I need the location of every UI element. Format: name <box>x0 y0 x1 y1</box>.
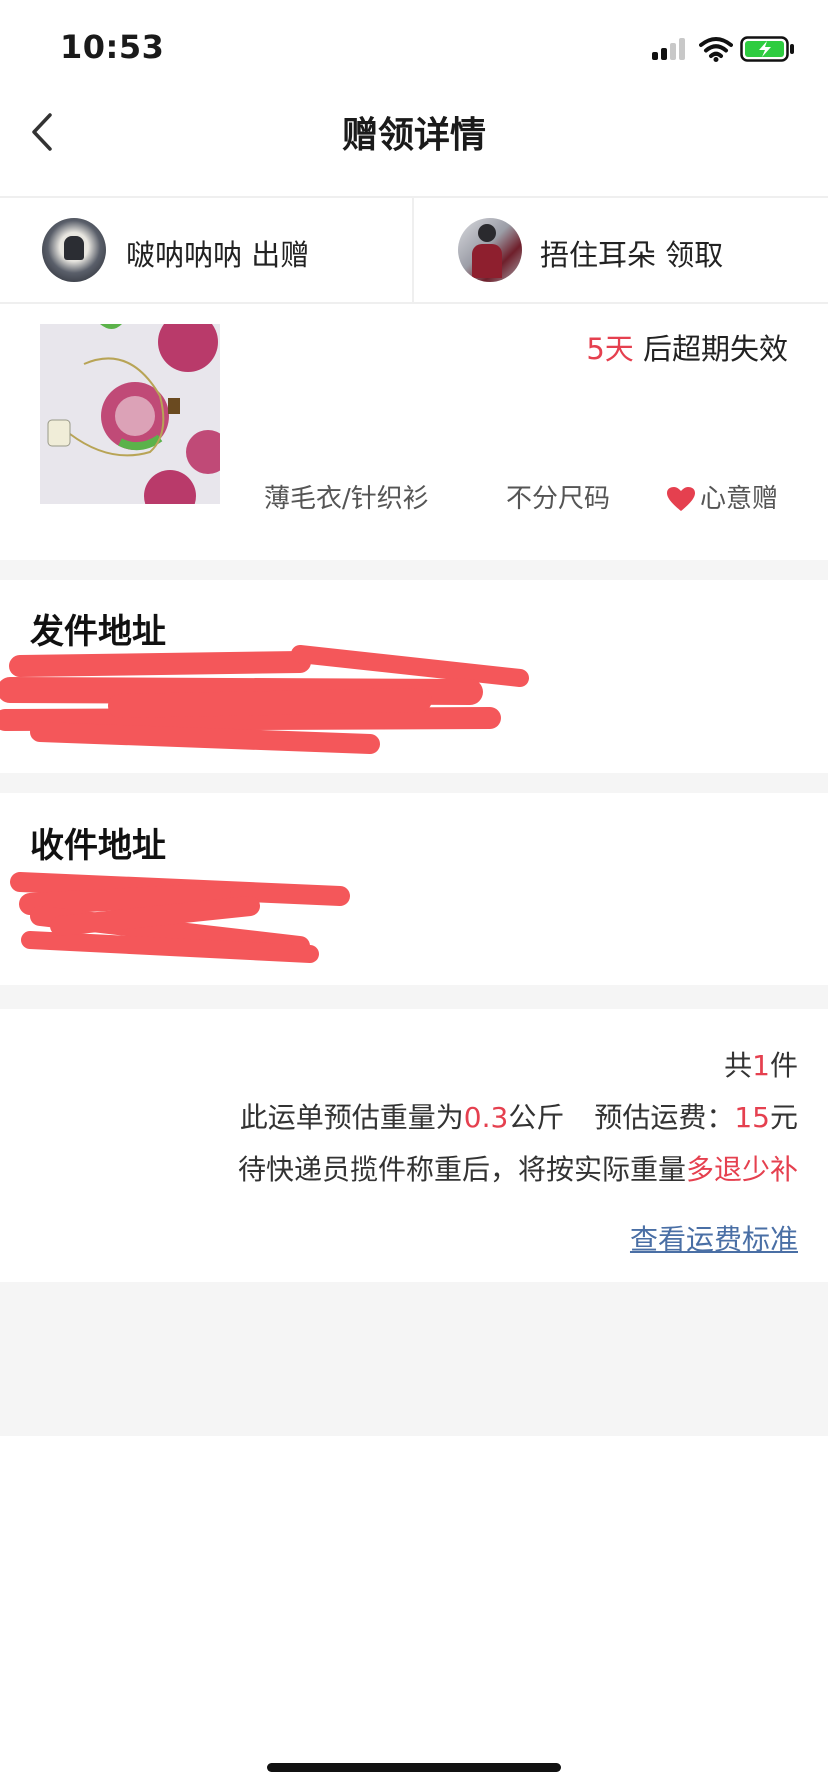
expiry-text: 5天 后超期失效 <box>586 326 788 368</box>
signal-icon <box>652 38 688 60</box>
item-count: 共1件 <box>724 1044 798 1084</box>
expiry-suffix: 后超期失效 <box>642 332 788 366</box>
weight-prefix: 此运单预估重量为 <box>239 1101 464 1134</box>
status-time: 10:53 <box>60 28 165 66</box>
expiry-days: 5天 <box>586 332 634 366</box>
receiver-address-title: 收件地址 <box>30 826 166 866</box>
weight-value: 0.3 <box>463 1101 509 1134</box>
fee-value: 15 <box>734 1101 770 1134</box>
weight-unit: 公斤 <box>508 1101 565 1134</box>
redacted-sender-address <box>0 645 529 754</box>
gift-tag-label: 心意赠 <box>700 484 779 514</box>
view-fee-standard-link[interactable]: 查看运费标准 <box>630 1218 798 1258</box>
bottom-grey-area <box>0 1282 828 1436</box>
weight-note-line: 待快递员揽件称重后，将按实际重量多退少补 <box>238 1148 798 1188</box>
receiver-role: 领取 <box>665 238 724 272</box>
section-separator <box>0 560 828 580</box>
product-image[interactable] <box>40 324 220 504</box>
heart-icon <box>667 487 695 511</box>
wifi-icon <box>699 37 733 62</box>
fee-unit: 元 <box>769 1101 798 1134</box>
section-separator <box>0 773 828 793</box>
users-bottom-divider <box>0 302 828 304</box>
fee-prefix: 预估运费： <box>594 1101 735 1134</box>
redacted-receiver-address <box>10 872 350 963</box>
gift-tag: 心意赠 <box>666 478 778 515</box>
item-count-suffix: 件 <box>769 1049 798 1082</box>
receiver-avatar <box>458 218 522 282</box>
receiver-cell[interactable]: 捂住耳朵 领取 <box>414 196 828 302</box>
product-size: 不分尺码 <box>506 484 611 514</box>
section-separator <box>0 985 828 1009</box>
item-count-prefix: 共 <box>724 1049 753 1082</box>
receiver-name: 捂住耳朵 <box>540 238 657 272</box>
item-count-value: 1 <box>752 1049 770 1082</box>
note-highlight: 多退少补 <box>685 1153 798 1186</box>
note-prefix: 待快递员揽件称重后，将按实际重量 <box>237 1153 686 1186</box>
giver-avatar <box>42 218 106 282</box>
product-category: 薄毛衣/针织衫 <box>264 484 429 514</box>
giver-name: 啵呐呐呐 <box>126 238 243 272</box>
weight-fee-line: 此运单预估重量为0.3公斤 预估运费：15元 <box>240 1096 798 1136</box>
battery-icon <box>740 36 794 62</box>
page-title: 赠领详情 <box>341 115 486 156</box>
home-indicator[interactable] <box>267 1763 561 1772</box>
giver-cell[interactable]: 啵呐呐呐 出赠 <box>0 196 413 302</box>
giver-role: 出赠 <box>251 238 310 272</box>
